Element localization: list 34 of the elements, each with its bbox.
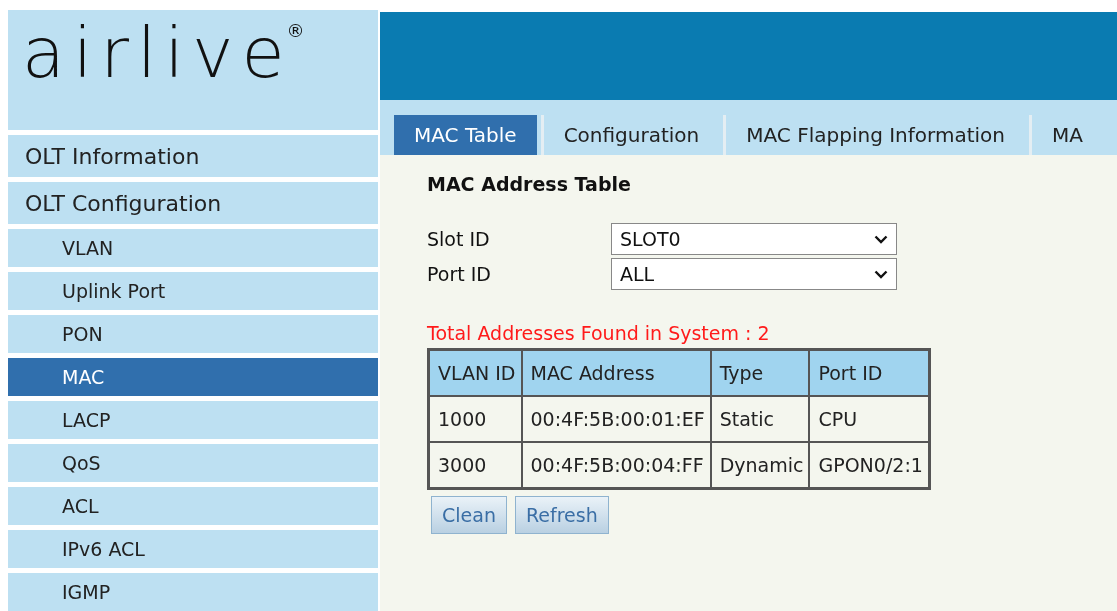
column-header: Port ID: [809, 349, 930, 396]
table-cell: GPON0/2:1: [809, 442, 930, 489]
column-header: MAC Address: [521, 349, 711, 396]
section-title: MAC Address Table: [427, 173, 632, 195]
sidebar-item[interactable]: OLT Configuration: [8, 182, 378, 224]
table-cell: 3000: [428, 442, 522, 489]
table-cell: Dynamic: [710, 442, 810, 489]
sidebar-subitem[interactable]: IPv6 ACL: [8, 530, 378, 568]
column-header: VLAN ID: [428, 349, 522, 396]
action-button[interactable]: Clean: [431, 496, 507, 534]
dropdown[interactable]: ALL: [611, 258, 897, 290]
sidebar-subitem[interactable]: MAC: [8, 358, 378, 396]
table-cell: CPU: [809, 396, 930, 442]
sidebar-subitem[interactable]: Uplink Port: [8, 272, 378, 310]
summary-text: Total Addresses Found in System : 2: [427, 322, 771, 344]
column-header: Type: [710, 349, 810, 396]
table-cell: Static: [710, 396, 810, 442]
sidebar-subitem[interactable]: LACP: [8, 401, 378, 439]
tab[interactable]: MAC Table: [394, 115, 537, 155]
sidebar-item[interactable]: OLT Information: [8, 135, 378, 177]
chevron-icon: [874, 234, 888, 244]
sidebar-subitem[interactable]: VLAN: [8, 229, 378, 267]
sidebar-subitem[interactable]: PON: [8, 315, 378, 353]
table-cell: 00:4F:5B:00:04:FF: [521, 442, 711, 489]
field-label: Port ID: [427, 263, 492, 285]
sidebar-subitem[interactable]: ACL: [8, 487, 378, 525]
table-cell: 1000: [428, 396, 522, 442]
chevron-icon: [874, 269, 888, 279]
action-button[interactable]: Refresh: [514, 496, 609, 534]
table-cell: 00:4F:5B:00:01:EF: [521, 396, 711, 442]
dropdown[interactable]: SLOT0: [611, 223, 897, 255]
field-label: Slot ID: [427, 228, 491, 250]
sidebar-subitem[interactable]: QoS: [8, 444, 378, 482]
sidebar-subitem[interactable]: IGMP: [8, 573, 378, 611]
